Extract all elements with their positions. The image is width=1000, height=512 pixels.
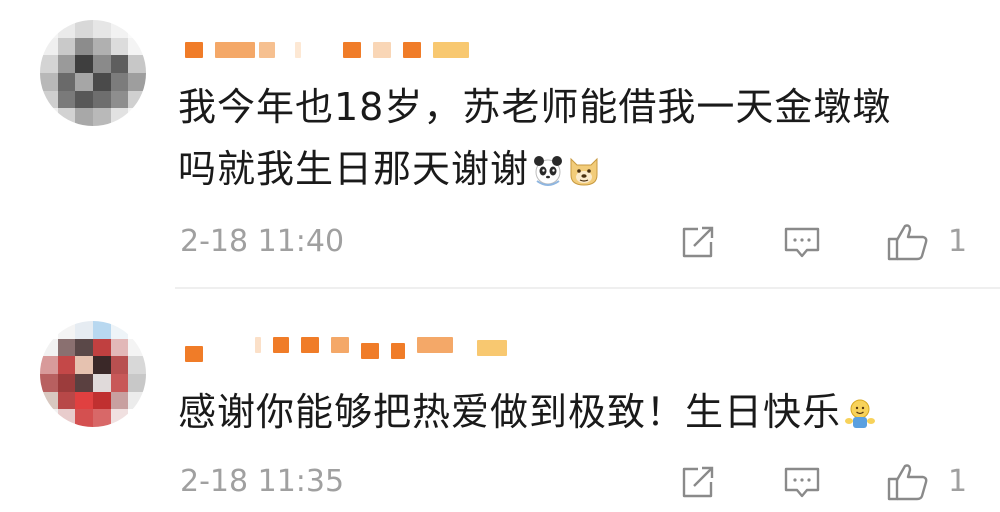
timestamp: 2-18 11:40 (180, 224, 345, 259)
panda-emoji (534, 156, 563, 186)
like-count: 1 (948, 464, 968, 499)
username-masked[interactable] (185, 37, 469, 63)
comment-text-line: 感谢你能够把热爱做到极致！生日快乐 (178, 381, 968, 443)
avatar[interactable] (40, 20, 146, 126)
comment-content: 感谢你能够把热爱做到极致！生日快乐 (178, 381, 968, 443)
doge-emoji (570, 157, 598, 186)
cheer-emoji (845, 399, 876, 428)
timestamp: 2-18 11:35 (180, 464, 345, 499)
comment-item: 感谢你能够把热爱做到极致！生日快乐 2-18 11:35 1 (0, 291, 1000, 512)
comment-icon[interactable] (782, 224, 822, 260)
username-masked[interactable] (185, 335, 507, 362)
comment-text-line-2: 吗就我生日那天谢谢 (178, 138, 968, 200)
comment-meta: 2-18 11:35 1 (180, 462, 1000, 502)
avatar[interactable] (40, 321, 146, 427)
thumbs-up-icon[interactable] (886, 222, 930, 262)
comment-item: 我今年也18岁，苏老师能借我一天金墩墩 吗就我生日那天谢谢 2-18 11:40… (0, 0, 1000, 288)
comment-content: 我今年也18岁，苏老师能借我一天金墩墩 吗就我生日那天谢谢 (178, 76, 968, 200)
comment-icon[interactable] (782, 464, 822, 500)
share-icon[interactable] (678, 464, 718, 500)
comment-text: 感谢你能够把热爱做到极致！生日快乐 (178, 390, 842, 434)
divider (175, 287, 1000, 289)
comment-text-line: 我今年也18岁，苏老师能借我一天金墩墩 (178, 85, 892, 129)
comment-meta: 2-18 11:40 1 (180, 222, 1000, 262)
comment-text: 吗就我生日那天谢谢 (178, 147, 530, 191)
thumbs-up-icon[interactable] (886, 462, 930, 502)
share-icon[interactable] (678, 224, 718, 260)
like-count: 1 (948, 224, 968, 259)
